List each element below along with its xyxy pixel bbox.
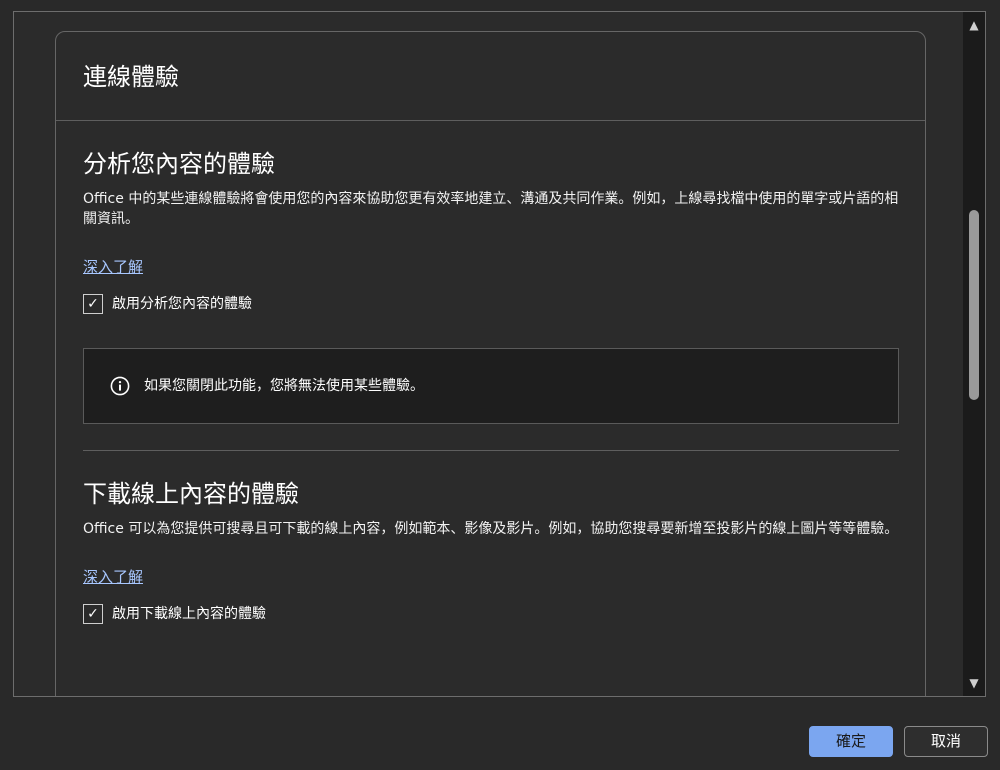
enable-download-label[interactable]: 啟用下載線上內容的體驗 bbox=[112, 604, 266, 624]
section-download-description: Office 可以為您提供可搜尋且可下載的線上內容，例如範本、影像及影片。例如，… bbox=[83, 521, 899, 537]
enable-analysis-label[interactable]: 啟用分析您內容的體驗 bbox=[112, 294, 252, 314]
learn-more-link-download[interactable]: 深入了解 bbox=[83, 567, 143, 587]
settings-card: 連線體驗 分析您內容的體驗 Office 中的某些連線體驗將會使用您的內容來協助… bbox=[55, 31, 926, 696]
enable-analysis-checkbox[interactable]: ✓ bbox=[83, 294, 103, 314]
enable-download-checkbox-row[interactable]: ✓ 啟用下載線上內容的體驗 bbox=[83, 603, 900, 625]
vertical-scrollbar[interactable]: ▲ ▼ bbox=[963, 12, 985, 696]
card-title: 連線體驗 bbox=[83, 63, 179, 91]
info-message-text: 如果您關閉此功能，您將無法使用某些體驗。 bbox=[144, 378, 424, 394]
info-icon bbox=[110, 376, 130, 396]
scroll-viewport: 連線體驗 分析您內容的體驗 Office 中的某些連線體驗將會使用您的內容來協助… bbox=[13, 11, 986, 697]
enable-download-checkbox[interactable]: ✓ bbox=[83, 604, 103, 624]
scroll-up-arrow-icon[interactable]: ▲ bbox=[963, 14, 985, 36]
learn-more-link-analysis[interactable]: 深入了解 bbox=[83, 257, 143, 277]
checkmark-icon: ✓ bbox=[87, 296, 99, 312]
connected-experiences-dialog: 連線體驗 分析您內容的體驗 Office 中的某些連線體驗將會使用您的內容來協助… bbox=[0, 0, 1000, 770]
section-divider bbox=[83, 450, 899, 451]
scroll-thumb[interactable] bbox=[969, 210, 979, 400]
ok-button[interactable]: 確定 bbox=[809, 726, 893, 757]
checkmark-icon: ✓ bbox=[87, 606, 99, 622]
section-analysis: 分析您內容的體驗 Office 中的某些連線體驗將會使用您的內容來協助您更有效率… bbox=[83, 148, 900, 424]
cancel-button[interactable]: 取消 bbox=[904, 726, 988, 757]
section-analysis-description: Office 中的某些連線體驗將會使用您的內容來協助您更有效率地建立、溝通及共同… bbox=[83, 191, 899, 227]
section-download-title: 下載線上內容的體驗 bbox=[83, 480, 299, 508]
section-download: 下載線上內容的體驗 Office 可以為您提供可搜尋且可下載的線上內容，例如範本… bbox=[83, 478, 900, 625]
card-header: 連線體驗 bbox=[56, 32, 925, 121]
scroll-down-arrow-icon[interactable]: ▼ bbox=[963, 672, 985, 694]
info-message-box: 如果您關閉此功能，您將無法使用某些體驗。 bbox=[83, 348, 899, 424]
section-analysis-title: 分析您內容的體驗 bbox=[83, 150, 275, 178]
enable-analysis-checkbox-row[interactable]: ✓ 啟用分析您內容的體驗 bbox=[83, 293, 900, 315]
